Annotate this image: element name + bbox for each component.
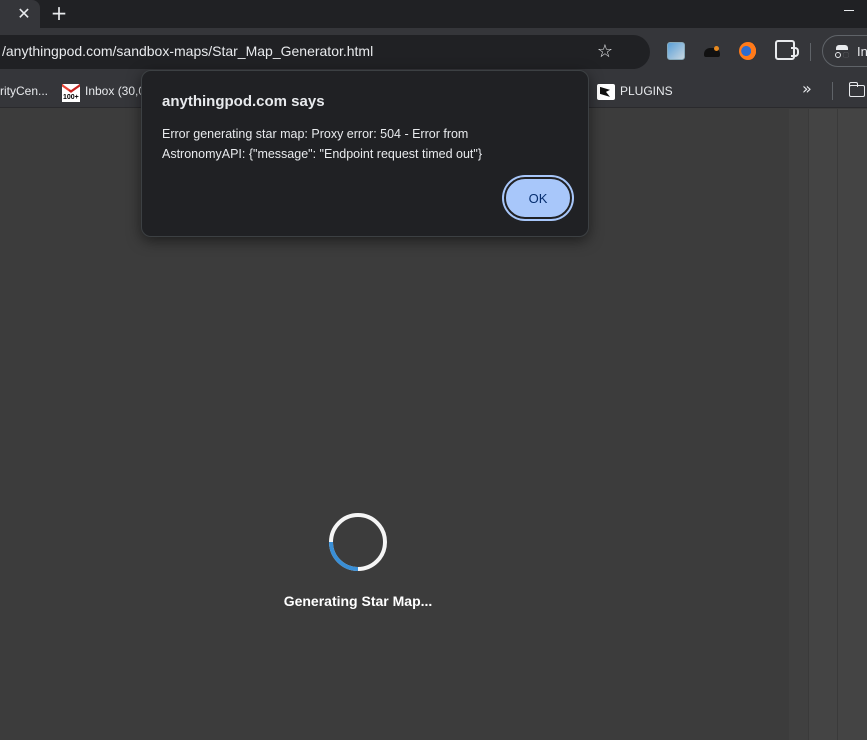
profile-label: In — [857, 44, 867, 59]
unread-badge: 100+ — [62, 93, 80, 102]
orange-extension-icon[interactable] — [739, 42, 757, 60]
bookmark-item-inbox[interactable]: 100+ Inbox (30,0 — [62, 81, 146, 102]
cat-extension-icon[interactable] — [703, 42, 721, 60]
close-tab-icon[interactable]: ✕ — [14, 4, 34, 24]
active-tab[interactable]: ✕ — [0, 0, 40, 28]
bookmark-star-icon[interactable]: ☆ — [594, 41, 616, 63]
ok-button[interactable]: OK — [504, 177, 572, 219]
gmail-icon: 100+ — [62, 83, 80, 102]
dialog-message: Error generating star map: Proxy error: … — [162, 124, 572, 164]
tab-strip: ✕ + — [0, 0, 867, 28]
bookmarks-divider — [832, 82, 833, 100]
spinner-arc — [329, 541, 359, 571]
side-panel — [789, 109, 867, 740]
dialog-message-line: Error generating star map: Proxy error: … — [162, 127, 469, 141]
minimize-icon[interactable] — [842, 4, 856, 18]
incognito-profile-button[interactable]: In — [822, 35, 867, 67]
url-text[interactable]: /anythingpod.com/sandbox-maps/Star_Map_G… — [2, 43, 373, 59]
image-extension-icon[interactable] — [667, 42, 685, 60]
loading-message: Generating Star Map... — [283, 593, 433, 609]
folder-icon[interactable] — [848, 82, 865, 97]
bookmarks-overflow-icon[interactable]: » — [802, 79, 812, 98]
alert-dialog: anythingpod.com says Error generating st… — [141, 70, 589, 237]
address-bar[interactable]: /anythingpod.com/sandbox-maps/Star_Map_G… — [0, 35, 650, 69]
browser-toolbar: /anythingpod.com/sandbox-maps/Star_Map_G… — [0, 28, 867, 74]
loading-spinner-icon — [329, 513, 387, 571]
bookmark-label: Inbox (30,0 — [85, 84, 146, 98]
bookmark-item-plugins[interactable]: PLUGINS — [597, 81, 673, 101]
dialog-title: anythingpod.com says — [162, 93, 325, 110]
bookmark-label: PLUGINS — [620, 84, 673, 98]
toolbar-divider — [810, 43, 811, 61]
extensions-puzzle-icon[interactable] — [775, 40, 799, 60]
bookmark-label: rityCen... — [0, 84, 49, 98]
dialog-message-line: AstronomyAPI: {"message": "Endpoint requ… — [162, 147, 483, 161]
incognito-icon — [835, 45, 849, 58]
bookmark-item[interactable]: rityCen... — [0, 81, 48, 101]
plugins-icon — [597, 83, 615, 100]
new-tab-button[interactable]: + — [48, 2, 70, 24]
